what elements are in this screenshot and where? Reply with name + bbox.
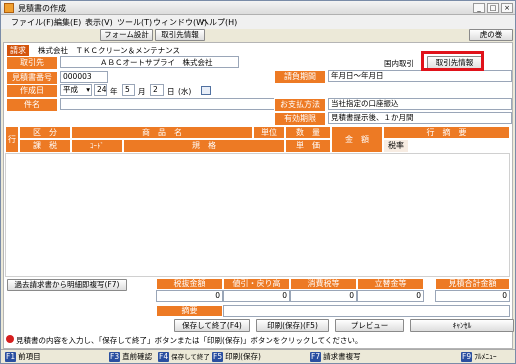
toolbar: フォーム設計 取引先情報 虎の巻	[1, 29, 515, 42]
fkey-f3-label: 直前確認	[122, 352, 153, 361]
payment-label: お支払方法	[274, 98, 326, 112]
fkey-f5-key: F5	[212, 352, 224, 362]
status-message: 見積書の内容を入力し、「保存して終了」ボタンまたは「印刷(保存)」ボタンをクリッ…	[16, 336, 363, 345]
col-spec: 規 格	[123, 139, 285, 153]
valid-label: 有効期限	[274, 112, 326, 126]
period-field[interactable]: 年月日～年月日	[328, 70, 512, 82]
tax-excluded-value: 0	[156, 290, 223, 302]
form-design-button[interactable]: フォーム設計	[100, 29, 153, 41]
detail-grid[interactable]	[5, 153, 510, 277]
app-icon	[4, 3, 14, 13]
tora-button[interactable]: 虎の巻	[469, 29, 513, 41]
minimize-button[interactable]: _	[473, 3, 485, 13]
copy-from-past-button[interactable]: 過去請求書から明細即複写(F7)	[7, 279, 127, 291]
day-field[interactable]: 2	[150, 84, 164, 96]
col-unit: 単位	[253, 126, 285, 139]
fkey-f7-key: F7	[310, 352, 322, 362]
col-tax-class: 課 税	[19, 139, 71, 153]
col-tax-rate: 税率	[383, 139, 409, 153]
consumption-value: 0	[290, 290, 357, 302]
discount-label: 値引・戻り高	[223, 278, 290, 290]
advance-value: 0	[357, 290, 424, 302]
menu-view[interactable]: 表示(V)	[85, 17, 113, 28]
customer-label: 取引先	[6, 56, 58, 70]
grand-total-value: 0	[435, 290, 510, 302]
title-bar: 見積書の作成 _ □ ×	[1, 1, 515, 15]
highlight-box	[421, 51, 484, 71]
domestic-label: 国内取引	[384, 59, 414, 68]
col-amount: 金 額	[331, 126, 383, 153]
memo-label: 摘要	[156, 305, 223, 317]
window-title: 見積書の作成	[18, 4, 66, 13]
col-row: 行	[5, 126, 19, 153]
consumption-label: 消費税等	[290, 278, 357, 290]
billing-company: 株式会社 ＴＫＣクリーン＆メンテナンス	[38, 46, 180, 55]
fkey-f5-label: 印刷(保存)	[225, 352, 261, 361]
col-summary: 行 摘 要	[383, 126, 510, 139]
estimate-number-label: 見積書番号	[6, 71, 58, 85]
payment-field[interactable]: 当社指定の口座振込	[328, 98, 512, 110]
fkey-f1[interactable]: F1 前項目	[5, 352, 41, 362]
valid-field[interactable]: 見積書提示後、１か月間	[328, 112, 512, 124]
col-code: ｺｰﾄﾞ	[71, 139, 123, 153]
fkey-f3-key: F3	[109, 352, 121, 362]
menu-file[interactable]: ファイル(F)	[11, 17, 54, 28]
fkey-f4-key: F4	[158, 352, 170, 362]
month-field[interactable]: 5	[122, 84, 135, 96]
print-save-button[interactable]: 印刷(保存)(F5)	[256, 319, 329, 332]
fkey-f4[interactable]: F4 保存して終了	[158, 352, 210, 362]
calendar-icon[interactable]	[201, 86, 211, 95]
tax-excluded-label: 税抜金額	[156, 278, 223, 290]
fkey-f1-key: F1	[5, 352, 17, 362]
period-label: 請負期間	[274, 70, 326, 84]
estimate-window: 見積書の作成 _ □ × ファイル(F) 編集(E) 表示(V) ツール(T) …	[0, 0, 516, 364]
fkey-f9-label: ﾌﾙﾒﾆｭｰ	[474, 352, 497, 361]
fkey-f4-label: 保存して終了	[171, 353, 210, 361]
fkey-f1-label: 前項目	[18, 352, 41, 361]
era-value: 平成	[63, 85, 78, 94]
year-field[interactable]: 24	[94, 84, 107, 96]
customer-info-toolbar-button[interactable]: 取引先情報	[155, 29, 205, 41]
day-unit: 日	[167, 87, 175, 96]
customer-name: ＡＢＣオートサプライ 株式会社	[100, 58, 213, 67]
fkey-f5[interactable]: F5 印刷(保存)	[212, 352, 261, 362]
year-unit: 年	[110, 87, 118, 96]
menu-window[interactable]: ウィンドウ(W)	[153, 17, 207, 28]
era-select[interactable]: 平成 ▾	[60, 84, 92, 96]
advance-label: 立替金等	[357, 278, 424, 290]
estimate-number-field[interactable]: 000003	[60, 71, 108, 83]
col-qty: 数 量	[285, 126, 331, 139]
month-unit: 月	[138, 87, 146, 96]
maximize-button[interactable]: □	[487, 3, 499, 13]
menu-tools[interactable]: ツール(T)	[117, 17, 152, 28]
weekday: (水)	[178, 87, 192, 96]
close-button[interactable]: ×	[501, 3, 513, 13]
col-category: 区 分	[19, 126, 71, 139]
fkey-f7[interactable]: F7 請求書複写	[310, 352, 361, 362]
fkey-f3[interactable]: F3 直前確認	[109, 352, 152, 362]
menu-bar: ファイル(F) 編集(E) 表示(V) ツール(T) ウィンドウ(W) ヘルプ(…	[1, 15, 515, 29]
preview-button[interactable]: プレビュー	[335, 319, 404, 332]
menu-help[interactable]: ヘルプ(H)	[201, 17, 237, 28]
save-close-button[interactable]: 保存して終了(F4)	[174, 319, 250, 332]
chevron-down-icon: ▾	[86, 85, 90, 94]
memo-field[interactable]	[223, 305, 510, 317]
fkey-f9[interactable]: F9 ﾌﾙﾒﾆｭｰ	[461, 352, 497, 362]
function-key-bar: F1 前項目 F3 直前確認 F4 保存して終了 F5 印刷(保存) F7 請求書複写 F…	[1, 349, 515, 363]
col-product: 商 品 名	[71, 126, 253, 139]
info-icon	[6, 335, 14, 343]
fkey-f9-key: F9	[461, 352, 473, 362]
subject-label: 件名	[6, 98, 58, 112]
date-label: 作成日	[6, 84, 58, 98]
discount-value: 0	[223, 290, 290, 302]
fkey-f7-label: 請求書複写	[323, 352, 361, 361]
cancel-button[interactable]: ｷｬﾝｾﾙ	[410, 319, 514, 332]
grand-total-label: 見積合計金額	[435, 278, 510, 290]
subject-field[interactable]	[60, 98, 275, 110]
col-summary-blank	[409, 139, 510, 153]
col-unit-price: 単 価	[285, 139, 331, 153]
menu-edit[interactable]: 編集(E)	[54, 17, 81, 28]
